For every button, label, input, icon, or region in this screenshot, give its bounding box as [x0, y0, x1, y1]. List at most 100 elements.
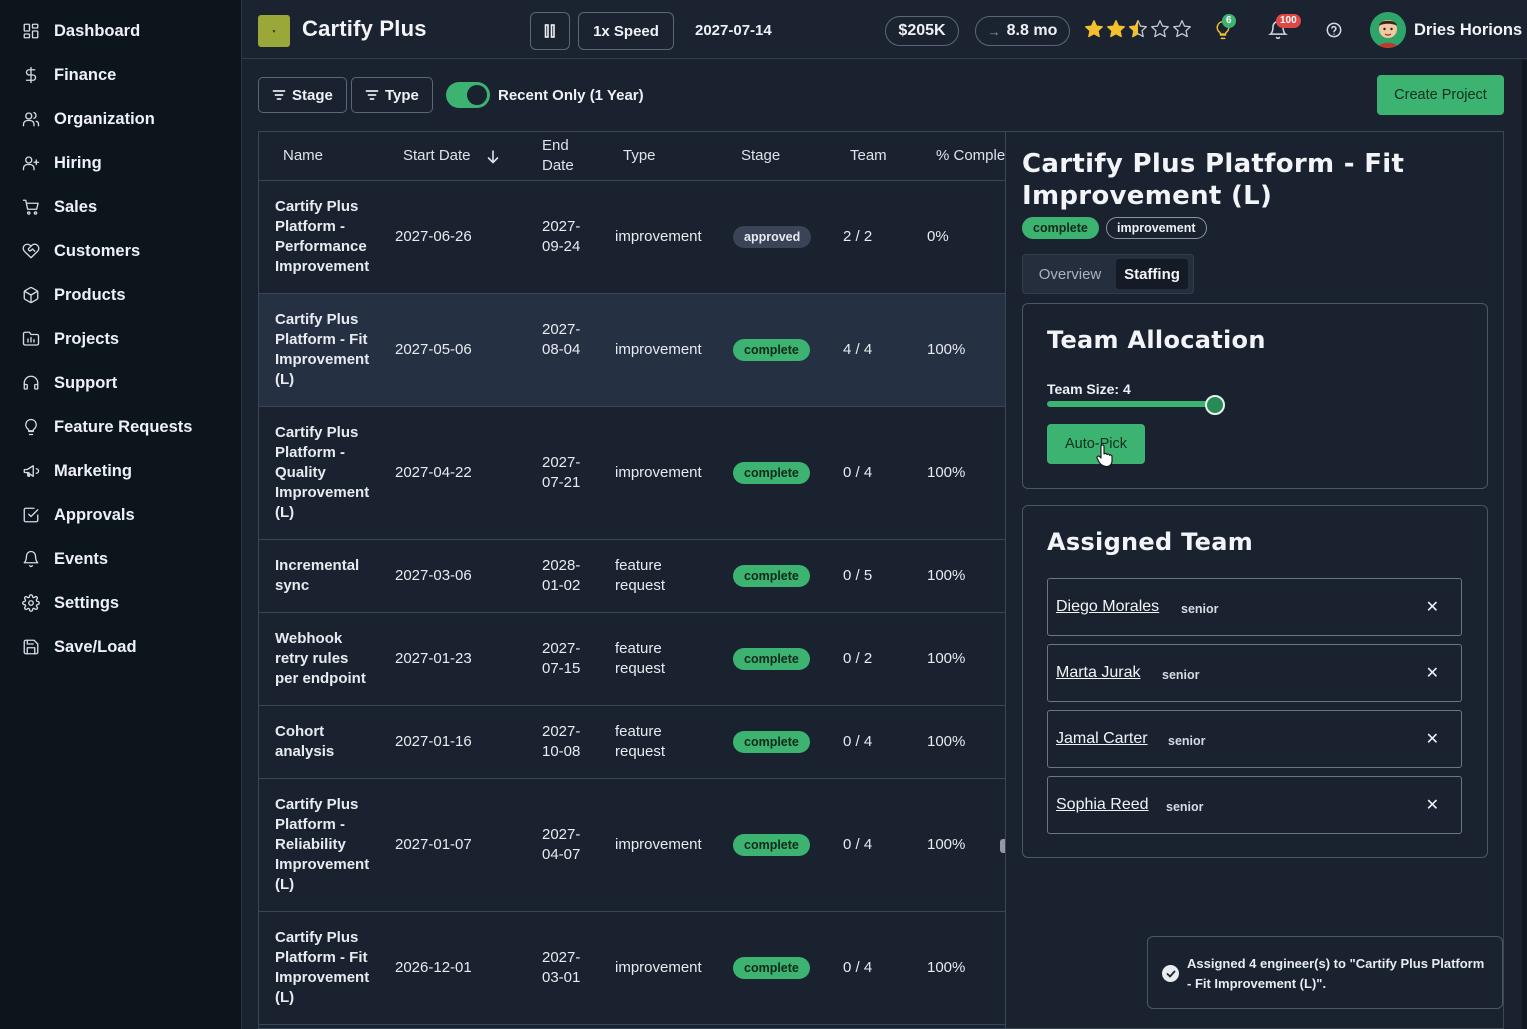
percent-complete: 100%: [927, 650, 966, 667]
table-row[interactable]: Incremental sync 2027-03-06 2028-01-02 f…: [259, 540, 1006, 613]
sidebar-item-sales[interactable]: Sales: [22, 192, 97, 222]
check-circle-icon: [1162, 965, 1179, 982]
heart-handshake-icon: [22, 243, 40, 259]
column-header-type[interactable]: Type: [623, 146, 656, 166]
column-header-name[interactable]: Name: [283, 146, 323, 166]
sidebar-item-feature-requests[interactable]: Feature Requests: [22, 412, 192, 442]
percent-complete: 100%: [927, 567, 966, 584]
table-row[interactable]: Webhook retry rules per endpoint 2027-01…: [259, 613, 1006, 706]
member-name-link[interactable]: Sophia Reed: [1056, 796, 1149, 814]
avatar[interactable]: [1370, 12, 1406, 48]
sidebar-item-label: Hiring: [54, 153, 102, 172]
table-row[interactable]: Cartify Plus Platform - Performance Impr…: [259, 181, 1006, 294]
sidebar-item-organization[interactable]: Organization: [22, 104, 155, 134]
app-title: Cartify Plus: [302, 16, 427, 41]
member-name-link[interactable]: Marta Jurak: [1056, 664, 1140, 682]
remove-member-close-icon[interactable]: ✕: [1426, 597, 1439, 617]
sidebar-item-label: Settings: [54, 593, 120, 612]
end-date: 2027-03-01: [542, 949, 581, 986]
cash-badge: $205K: [885, 16, 959, 46]
remove-member-close-icon[interactable]: ✕: [1426, 663, 1439, 683]
table-row[interactable]: Cartify Plus Platform - Reliability Impr…: [259, 779, 1006, 912]
sidebar-item-projects[interactable]: Projects: [22, 324, 119, 354]
table-row[interactable]: Cartify Plus Platform - Quality Improvem…: [259, 407, 1006, 540]
column-header-start-date[interactable]: Start Date: [403, 146, 471, 166]
user-name[interactable]: Dries Horions: [1414, 21, 1522, 40]
start-date: 2027-01-23: [395, 650, 472, 667]
column-header-end-date[interactable]: End Date: [542, 136, 582, 176]
type-filter-label: Type: [385, 86, 419, 104]
team-size-slider-track[interactable]: [1047, 401, 1215, 407]
star-empty-icon: [1173, 20, 1191, 38]
headset-icon: [23, 375, 39, 390]
assigned-team-title: Assigned Team: [1047, 528, 1254, 556]
sidebar-item-events[interactable]: Events: [22, 544, 108, 574]
team-size-slider-thumb[interactable]: [1205, 395, 1225, 415]
sidebar-item-label: Marketing: [54, 461, 132, 480]
remove-member-close-icon[interactable]: ✕: [1426, 729, 1439, 749]
speed-button[interactable]: 1x Speed: [578, 12, 674, 50]
stage-badge: complete: [733, 648, 810, 670]
help-icon[interactable]: [1324, 20, 1344, 40]
table-row[interactable]: Cohort analysis 2027-01-16 2027-10-08 fe…: [259, 706, 1006, 779]
gear-icon: [22, 594, 40, 612]
sidebar-item-customers[interactable]: Customers: [22, 236, 140, 266]
column-header-team[interactable]: Team: [850, 146, 887, 166]
project-type: feature request: [615, 723, 666, 760]
member-level: senior: [1162, 668, 1200, 682]
sort-desc-icon[interactable]: [487, 150, 499, 164]
member-name-link[interactable]: Jamal Carter: [1056, 730, 1148, 748]
sidebar-item-dashboard[interactable]: Dashboard: [22, 16, 140, 46]
sidebar-item-products[interactable]: Products: [22, 280, 126, 310]
table-row-selected[interactable]: Cartify Plus Platform - Fit Improvement …: [259, 294, 1006, 407]
team-size-label: Team Size: 4: [1047, 381, 1131, 397]
start-date: 2027-06-26: [395, 228, 472, 245]
users-icon: [22, 111, 40, 127]
table-row[interactable]: Cartify Plus Platform - Fit Improvement …: [259, 912, 1006, 1025]
team-allocation-card: Team Allocation Team Size: 4 Auto-Pick: [1022, 303, 1488, 489]
stage-badge: complete: [733, 957, 810, 979]
table-header: Name Start Date End Date Type Stage Team…: [259, 132, 1006, 181]
tab-overview[interactable]: Overview: [1028, 259, 1112, 289]
create-project-button[interactable]: Create Project: [1377, 75, 1504, 115]
notifications-badge: 100: [1276, 14, 1301, 28]
team-member-row: Jamal Carter senior ✕: [1047, 710, 1462, 768]
type-filter-button[interactable]: Type: [351, 77, 433, 113]
project-type: improvement: [615, 836, 702, 853]
check-square-icon: [23, 507, 39, 523]
start-date: 2027-03-06: [395, 567, 472, 584]
dashboard-icon: [23, 23, 39, 39]
percent-complete: 0%: [927, 228, 949, 245]
toast-notification: Assigned 4 engineer(s) to "Cartify Plus …: [1147, 936, 1503, 1009]
stage-filter-button[interactable]: Stage: [258, 77, 347, 113]
recent-only-toggle[interactable]: [446, 82, 490, 108]
project-type: improvement: [615, 959, 702, 976]
star-filled-icon: [1107, 20, 1125, 38]
tab-staffing[interactable]: Staffing: [1116, 259, 1188, 289]
window-scrollbar[interactable]: [1522, 60, 1527, 1029]
sidebar-item-label: Projects: [54, 329, 120, 348]
column-header-stage[interactable]: Stage: [741, 146, 780, 166]
projects-table: Name Start Date End Date Type Stage Team…: [258, 131, 1006, 1029]
user-plus-icon: [22, 156, 40, 171]
start-date: 2027-01-07: [395, 836, 472, 853]
sidebar-item-support[interactable]: Support: [22, 368, 117, 398]
sidebar-item-hiring[interactable]: Hiring: [22, 148, 102, 178]
team-count: 4 / 4: [843, 341, 873, 358]
sidebar-item-approvals[interactable]: Approvals: [22, 500, 135, 530]
project-name: Cartify Plus Platform - Fit Improvement …: [275, 311, 370, 388]
pause-button[interactable]: [530, 12, 570, 50]
sidebar-item-save-load[interactable]: Save/Load: [22, 632, 137, 662]
runway-value: 8.8 mo: [1006, 22, 1058, 39]
sidebar-item-marketing[interactable]: Marketing: [22, 456, 132, 486]
sidebar-item-finance[interactable]: Finance: [22, 60, 116, 90]
end-date: 2027-09-24: [542, 218, 581, 255]
percent-complete: 100%: [927, 733, 966, 750]
sidebar-item-settings[interactable]: Settings: [22, 588, 119, 618]
column-header-percent-complete[interactable]: % Comple: [936, 146, 1005, 166]
member-name-link[interactable]: Diego Morales: [1056, 598, 1159, 616]
megaphone-icon: [23, 465, 40, 477]
team-member-row: Diego Morales senior ✕: [1047, 578, 1462, 636]
remove-member-close-icon[interactable]: ✕: [1426, 795, 1439, 815]
team-count: 0 / 5: [843, 567, 873, 584]
